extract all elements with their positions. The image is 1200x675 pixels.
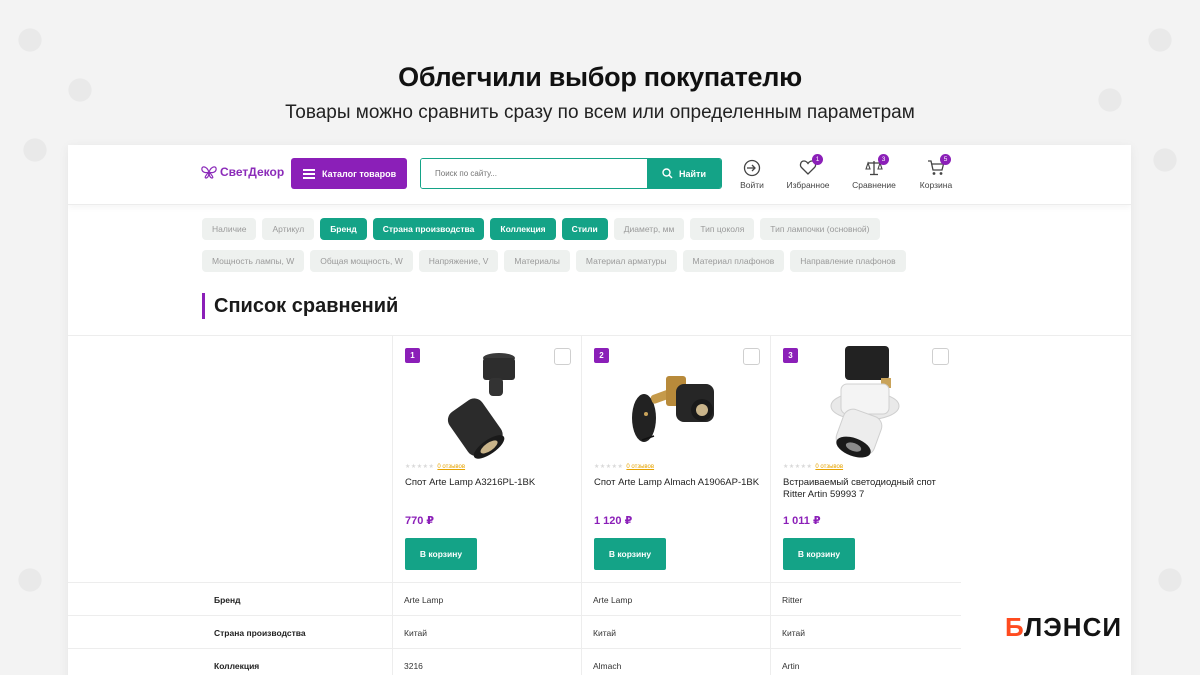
product-image-wall-spot[interactable]	[612, 344, 732, 459]
agency-logo: БЛЭНСИ	[1005, 612, 1122, 643]
catalog-button[interactable]: Каталог товаров	[291, 158, 407, 189]
filter-chip[interactable]: Коллекция	[490, 218, 556, 240]
filter-chip[interactable]: Страна производства	[372, 218, 485, 240]
hero-subtitle: Товары можно сравнить сразу по всем или …	[285, 102, 915, 123]
product-price: 1 011 ₽	[783, 515, 821, 527]
spec-value: Китай	[404, 628, 427, 638]
menu-icon	[303, 169, 315, 179]
spec-value: Китай	[782, 628, 805, 638]
product-number: 1	[405, 348, 420, 363]
table-row: Коллекция 3216 Almach Artin	[68, 648, 961, 675]
filter-chip[interactable]: Общая мощность, W	[310, 250, 413, 272]
filter-chips: Наличие Артикул Бренд Страна производства Ко…	[202, 218, 942, 282]
product-number: 3	[783, 348, 798, 363]
product-card: 2 ★★★★★ 0 отзывов Спот Arte Lamp Almach A…	[581, 336, 770, 583]
product-image-recessed-spot[interactable]	[801, 344, 921, 459]
filter-chip[interactable]: Напряжение, V	[418, 250, 499, 272]
spec-key: Страна производства	[214, 628, 306, 638]
product-card: 3 ★★★★★ 0 отзывов Встраиваемый светодиодн…	[770, 336, 959, 583]
product-number: 2	[594, 348, 609, 363]
add-to-cart-button[interactable]: В корзину	[783, 538, 855, 570]
search-input[interactable]	[421, 159, 647, 188]
product-rating: ★★★★★ 0 отзывов	[594, 463, 654, 470]
compare-button[interactable]: 3 Сравнение	[844, 154, 904, 190]
product-card: 1 ★★★★★ 0 отзывов Спот Arte Lamp A3216PL-…	[392, 336, 581, 583]
login-icon	[743, 159, 761, 177]
butterfly-icon	[201, 166, 217, 179]
page-title: Список сравнений	[202, 293, 398, 319]
product-rating: ★★★★★ 0 отзывов	[405, 463, 465, 470]
search-button-label: Найти	[679, 168, 706, 179]
reviews-link[interactable]: 0 отзывов	[815, 464, 843, 470]
logo-text: СветДекор	[220, 165, 285, 179]
product-image-spot-lamp[interactable]	[423, 344, 543, 459]
spec-value: Almach	[593, 661, 622, 671]
spec-key: Коллекция	[214, 661, 260, 671]
filter-row-1: Наличие Артикул Бренд Страна производства Ко…	[202, 218, 942, 240]
cart-badge: 5	[940, 154, 951, 165]
spec-value: Arte Lamp	[404, 595, 444, 605]
product-price: 1 120 ₽	[594, 515, 633, 527]
spec-key: Бренд	[214, 595, 241, 605]
login-label: Войти	[740, 180, 764, 190]
filter-chip[interactable]: Артикул	[262, 218, 315, 240]
filter-chip[interactable]: Материал арматуры	[575, 250, 677, 272]
catalog-label: Каталог товаров	[322, 168, 397, 179]
table-row: Бренд Arte Lamp Arte Lamp Ritter	[68, 582, 961, 616]
product-price: 770 ₽	[405, 515, 435, 527]
spec-value: Ritter	[782, 595, 803, 605]
favorites-badge: 1	[812, 154, 823, 165]
spec-value: Китай	[593, 628, 616, 638]
hero-title: Облегчили выбор покупателю	[398, 62, 802, 92]
site-preview: СветДекор Каталог товаров Найти	[68, 145, 1131, 675]
agency-logo-accent: Б	[1005, 612, 1025, 642]
reviews-link[interactable]: 0 отзывов	[437, 464, 465, 470]
spec-value: Arte Lamp	[593, 595, 633, 605]
compare-products: 1 ★★★★★ 0 отзывов Спот Arte Lamp A3216PL-…	[68, 335, 1131, 583]
reviews-link[interactable]: 0 отзывов	[626, 464, 654, 470]
add-to-cart-button[interactable]: В корзину	[405, 538, 477, 570]
product-rating: ★★★★★ 0 отзывов	[783, 463, 843, 470]
add-to-cart-button[interactable]: В корзину	[594, 538, 666, 570]
product-checkbox[interactable]	[932, 348, 949, 365]
spec-table: Бренд Arte Lamp Arte Lamp Ritter Страна …	[68, 582, 961, 675]
compare-label: Сравнение	[852, 180, 896, 190]
product-name[interactable]: Спот Arte Lamp A3216PL-1BK	[405, 477, 575, 489]
filter-chip[interactable]: Стили	[561, 218, 608, 240]
filter-chip[interactable]: Бренд	[320, 218, 367, 240]
filter-row-2: Мощность лампы, W Общая мощность, W Напряж…	[202, 250, 942, 272]
product-checkbox[interactable]	[554, 348, 571, 365]
rating-stars: ★★★★★	[783, 464, 813, 470]
favorites-button[interactable]: 1 Избранное	[778, 154, 838, 190]
login-button[interactable]: Войти	[722, 159, 782, 190]
favorites-label: Избранное	[786, 180, 830, 190]
filter-chip[interactable]: Направление плафонов	[790, 250, 906, 272]
agency-logo-text: ЛЭНСИ	[1024, 612, 1123, 642]
site-logo[interactable]: СветДекор	[201, 165, 284, 179]
rating-stars: ★★★★★	[594, 464, 624, 470]
product-checkbox[interactable]	[743, 348, 760, 365]
filter-chip[interactable]: Мощность лампы, W	[202, 250, 305, 272]
compare-badge: 3	[878, 154, 889, 165]
spec-value: Artin	[782, 661, 800, 671]
filter-chip[interactable]: Диаметр, мм	[613, 218, 685, 240]
search-bar: Найти	[420, 158, 722, 189]
cart-button[interactable]: 5 Корзина	[906, 154, 966, 190]
table-row: Страна производства Китай Китай Китай	[68, 615, 961, 649]
product-name[interactable]: Спот Arte Lamp Almach A1906AP-1BK	[594, 477, 764, 489]
product-name[interactable]: Встраиваемый светодиодный спот Ritter Ar…	[783, 477, 953, 501]
filter-chip[interactable]: Материал плафонов	[682, 250, 785, 272]
filter-chip[interactable]: Материалы	[504, 250, 570, 272]
spec-value: 3216	[404, 661, 423, 671]
filter-chip[interactable]: Тип лампочки (основной)	[760, 218, 880, 240]
cart-label: Корзина	[919, 180, 953, 190]
filter-chip[interactable]: Тип цоколя	[690, 218, 755, 240]
search-icon	[662, 168, 673, 179]
site-header: СветДекор Каталог товаров Найти	[68, 145, 1131, 205]
search-button[interactable]: Найти	[647, 159, 721, 188]
rating-stars: ★★★★★	[405, 464, 435, 470]
filter-chip[interactable]: Наличие	[202, 218, 257, 240]
